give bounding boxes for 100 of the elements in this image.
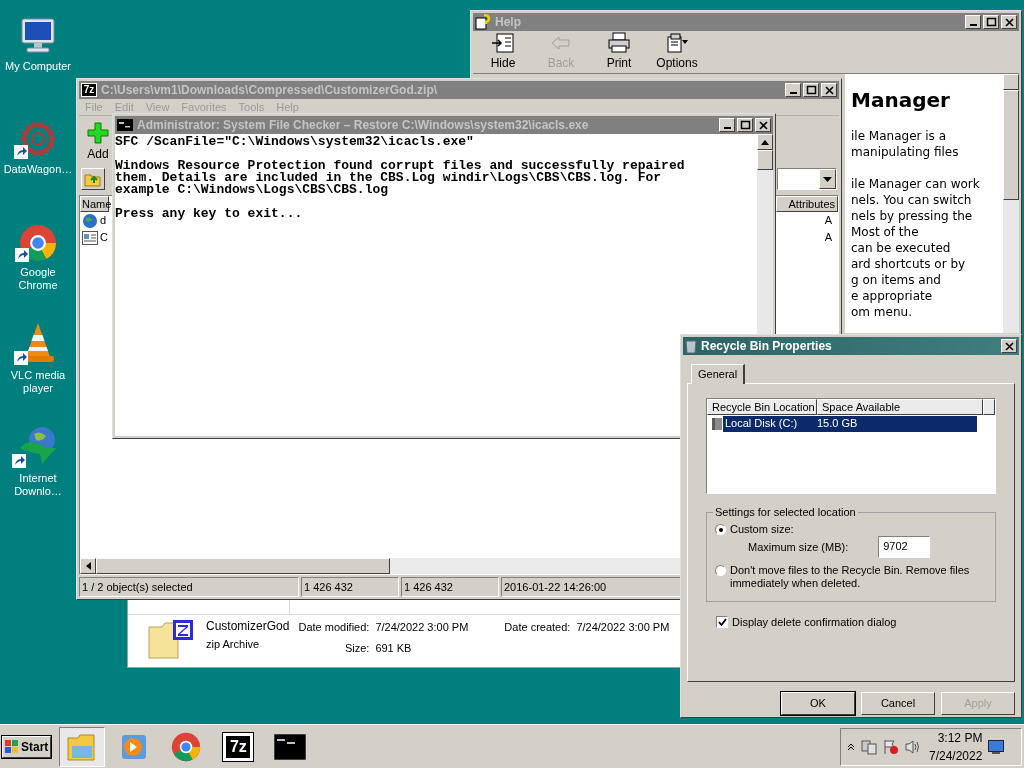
start-button[interactable]: Start [2, 735, 52, 758]
location-row[interactable]: Local Disk (C:) 15.0 GB [723, 415, 977, 432]
show-desktop-icon[interactable] [988, 739, 1005, 754]
console-line: example C:\Windows\Logs\CBS\CBS.log [115, 184, 389, 196]
close-button[interactable] [821, 83, 837, 97]
play-icon [120, 732, 149, 761]
close-icon [1002, 16, 1016, 28]
help-text-line: nels by pressing the [851, 208, 974, 224]
plus-icon [86, 120, 110, 145]
console-line: SFC /ScanFile="C:\Windows\system32\icacls.exe" [115, 136, 475, 148]
speaker-icon[interactable] [905, 738, 921, 755]
caret-icon [823, 176, 832, 182]
help-text-line: ile Manager can work [851, 176, 981, 192]
page-arrow-icon [491, 32, 515, 54]
minimize-icon [789, 92, 797, 94]
dialog-button[interactable]: OK [781, 692, 855, 715]
dropdown-button[interactable] [819, 169, 836, 189]
status-field: 1 / 2 object(s) selected [79, 577, 299, 597]
zip-folder-icon [148, 619, 194, 659]
toolbar-button[interactable]: Add [85, 120, 111, 163]
attributes-cell-text: A [824, 230, 833, 246]
checkbox-label[interactable]: Display delete confirmation dialog [732, 614, 897, 631]
window-title: Administrator: System File Checker – Restore C:\Windows\system32\icacls.exe [137, 117, 590, 134]
file-type: zip Archive [206, 637, 261, 651]
detail-value: 7/24/2022 3:00 PM [576, 620, 670, 635]
detail-value: 691 KB [375, 640, 412, 656]
desktop-icon-label[interactable]: VLC media player [0, 369, 76, 395]
tab[interactable]: General [691, 364, 746, 384]
folder-up-icon [84, 171, 102, 187]
windows-logo-icon [5, 739, 19, 754]
max-size-field[interactable]: 9702 [878, 536, 931, 558]
clock-time[interactable]: 3:12 PM [937, 728, 983, 747]
detail-value: 7/24/2022 3:00 PM [375, 620, 469, 635]
dots-ring-icon [18, 119, 58, 159]
printer-icon [607, 32, 631, 54]
file-name[interactable]: d [100, 212, 107, 229]
computer-icon [18, 16, 58, 56]
network-icon[interactable] [861, 738, 877, 755]
archiver-icon: 7z [223, 732, 254, 761]
window-title: C:\Users\vm1\Downloads\Compressed\CustomizerGod.zip\ [101, 82, 439, 99]
close-icon [1002, 340, 1016, 352]
address-field[interactable] [777, 168, 837, 190]
maximize-icon [984, 16, 998, 28]
maximize-button[interactable] [803, 83, 819, 97]
column-header[interactable]: Recycle Bin Location [707, 399, 817, 415]
detail-label: Date modified: [297, 620, 370, 635]
clock-date[interactable]: 7/24/2022 [929, 746, 983, 765]
help-text-line: can be executed [851, 240, 952, 256]
up-folder-button[interactable] [81, 168, 105, 190]
help-text-line: g on items and [851, 272, 942, 288]
console-line: Windows Resource Protection found corrupt files and successfully repaired [115, 160, 686, 172]
help-text-line: e appropriate [851, 288, 934, 304]
toolbar-button[interactable]: Print [597, 32, 641, 72]
scroll-thumb[interactable] [757, 150, 773, 170]
column-header[interactable]: Attributes [776, 196, 838, 212]
file-name[interactable]: C [100, 229, 108, 246]
browser-icon [19, 224, 57, 262]
dialog-button[interactable]: Cancel [861, 692, 935, 715]
file-name: CustomizerGod [206, 619, 290, 633]
console-icon [274, 733, 307, 760]
close-button[interactable] [1001, 15, 1017, 29]
close-button[interactable] [755, 118, 771, 132]
status-field: 1 426 432 [301, 577, 399, 597]
radio-button[interactable] [715, 565, 726, 576]
minimize-icon [723, 127, 731, 129]
maximize-icon [738, 119, 752, 131]
chevron-up-icon[interactable] [847, 742, 855, 751]
console-line: them. Details are included in the CBS.Log windir\Logs\CBS\CBS.log. For [115, 172, 662, 184]
help-text-line: nels. You can switch [851, 192, 973, 208]
desktop-icon-label[interactable]: Google Chrome [0, 266, 76, 292]
close-button[interactable] [1001, 339, 1017, 353]
maximize-icon [804, 84, 818, 96]
column-header[interactable]: Space Available [817, 399, 983, 415]
console-line: Press any key to exit... [115, 208, 304, 220]
maximize-button[interactable] [983, 15, 999, 29]
minimize-button[interactable] [965, 15, 981, 29]
taskbar-button[interactable]: 7z [215, 726, 262, 767]
help-book-icon [475, 14, 491, 30]
toolbar-button[interactable]: Hide [481, 32, 525, 72]
trash-can-icon [685, 339, 697, 353]
up-arrow-icon [761, 139, 769, 145]
toolbar-button[interactable]: Options [655, 32, 699, 72]
radio-label[interactable]: Custom size: [730, 523, 931, 536]
help-heading: Manager [851, 88, 951, 112]
desktop-icon-label[interactable]: Internet Downlo… [0, 472, 76, 498]
checkbox[interactable] [716, 616, 728, 629]
left-arrow-icon [85, 562, 91, 570]
help-text-line: ile Manager is a [851, 128, 948, 144]
close-icon [822, 84, 836, 96]
flag-warning-icon[interactable] [883, 738, 899, 755]
desktop-icon-label[interactable]: DataWagon… [3, 163, 73, 176]
vertical-scrollbar[interactable] [1003, 74, 1019, 333]
help-text-line: Most of the [851, 224, 920, 240]
status-field: 1 426 432 [401, 577, 499, 597]
minimize-button[interactable] [719, 118, 735, 132]
desktop-icon-label[interactable]: My Computer [5, 60, 71, 73]
radio-button[interactable] [715, 524, 726, 535]
location-name: Local Disk (C:) [724, 416, 799, 432]
maximize-button[interactable] [737, 118, 753, 132]
minimize-button[interactable] [785, 83, 801, 97]
